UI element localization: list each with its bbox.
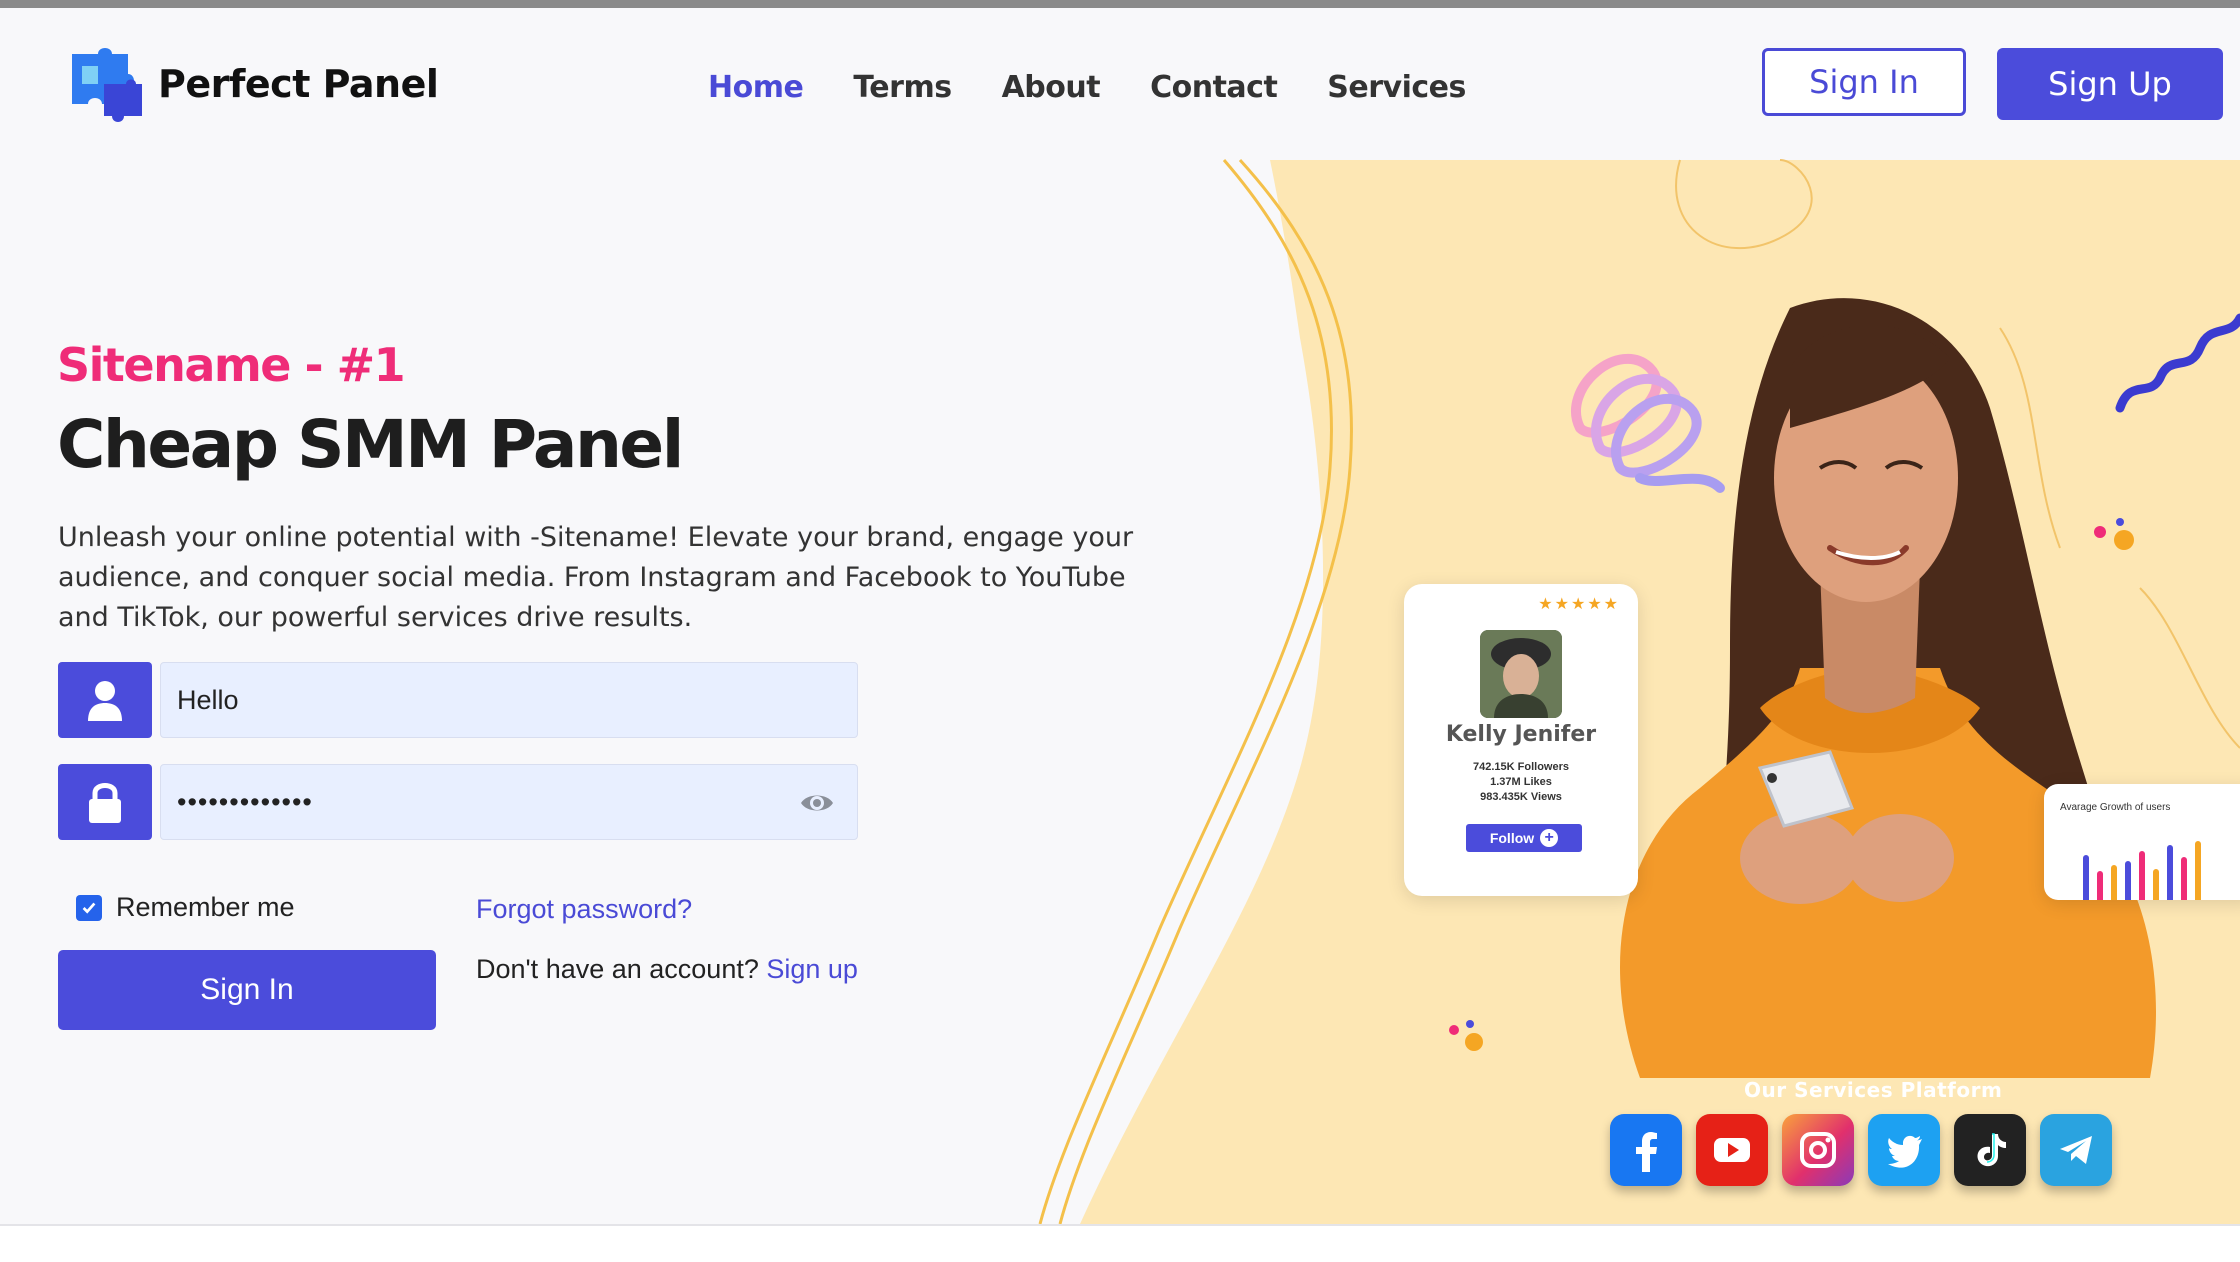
brand-logo[interactable]: Perfect Panel [68, 44, 439, 124]
browser-top-border [0, 0, 2240, 8]
sign-in-button[interactable]: Sign In [58, 950, 436, 1030]
nav-about[interactable]: About [1002, 70, 1101, 105]
sign-up-link[interactable]: Sign up [766, 954, 858, 984]
hero-headline: Cheap SMM Panel [57, 406, 684, 483]
youtube-icon[interactable] [1696, 1114, 1768, 1186]
hero-tagline: Sitename - #1 [57, 338, 406, 392]
nav-home[interactable]: Home [708, 70, 804, 105]
main-nav: Home Terms About Contact Services [708, 70, 1466, 105]
rating-stars-icon: ★★★★★ [1538, 596, 1620, 613]
profile-likes: 1.37M Likes [1490, 776, 1552, 788]
profile-stats: 742.15K Followers 1.37M Likes 983.435K V… [1404, 760, 1638, 805]
instagram-icon[interactable] [1782, 1114, 1854, 1186]
brand-name: Perfect Panel [158, 62, 439, 106]
follow-button[interactable]: Follow + [1466, 824, 1582, 852]
show-password-eye-icon[interactable] [799, 785, 835, 821]
lock-icon [58, 764, 152, 840]
puzzle-logo-icon [72, 48, 142, 122]
nav-terms[interactable]: Terms [853, 70, 952, 105]
no-account-label: Don't have an account? [476, 954, 759, 984]
growth-bar-chart-icon [2083, 841, 2201, 900]
forgot-password-link[interactable]: Forgot password? [476, 894, 692, 925]
follow-label: Follow [1489, 830, 1535, 846]
social-platforms [1610, 1114, 2112, 1186]
tiktok-icon[interactable] [1954, 1114, 2026, 1186]
password-input[interactable]: ••••••••••••• [160, 764, 858, 840]
header-sign-up-button[interactable]: Sign Up [1997, 48, 2223, 120]
password-value: ••••••••••••• [177, 786, 313, 817]
growth-chart-card: Avarage Growth of users [2044, 784, 2240, 900]
page: Perfect Panel Home Terms About Contact S… [0, 8, 2240, 1224]
hero-description: Unleash your online potential with -Site… [58, 522, 1134, 633]
page-bottom-band [0, 1224, 2240, 1262]
remember-me-checkbox[interactable] [76, 894, 102, 921]
twitter-icon[interactable] [1868, 1114, 1940, 1186]
user-icon [58, 662, 152, 738]
facebook-icon[interactable] [1610, 1114, 1682, 1186]
remember-me-label: Remember me [116, 892, 295, 922]
nav-services[interactable]: Services [1327, 70, 1466, 105]
profile-views: 983.435K Views [1480, 791, 1562, 803]
no-account-text: Don't have an account? Sign up [476, 954, 858, 985]
services-title: Our Services Platform [1744, 1078, 2003, 1102]
header-sign-in-button[interactable]: Sign In [1762, 48, 1966, 116]
profile-followers: 742.15K Followers [1473, 761, 1569, 773]
password-row: ••••••••••••• [58, 764, 858, 840]
profile-card: ★★★★★ Kelly Jenifer 742.15K Followers 1.… [1404, 584, 1638, 896]
username-row: Hello [58, 662, 858, 738]
profile-name: Kelly Jenifer [1445, 722, 1597, 747]
telegram-icon[interactable] [2040, 1114, 2112, 1186]
username-input[interactable]: Hello [160, 662, 858, 738]
avatar [1480, 630, 1562, 718]
remember-me[interactable]: Remember me [76, 892, 295, 923]
plus-icon: + [1540, 829, 1559, 847]
nav-contact[interactable]: Contact [1150, 70, 1278, 105]
